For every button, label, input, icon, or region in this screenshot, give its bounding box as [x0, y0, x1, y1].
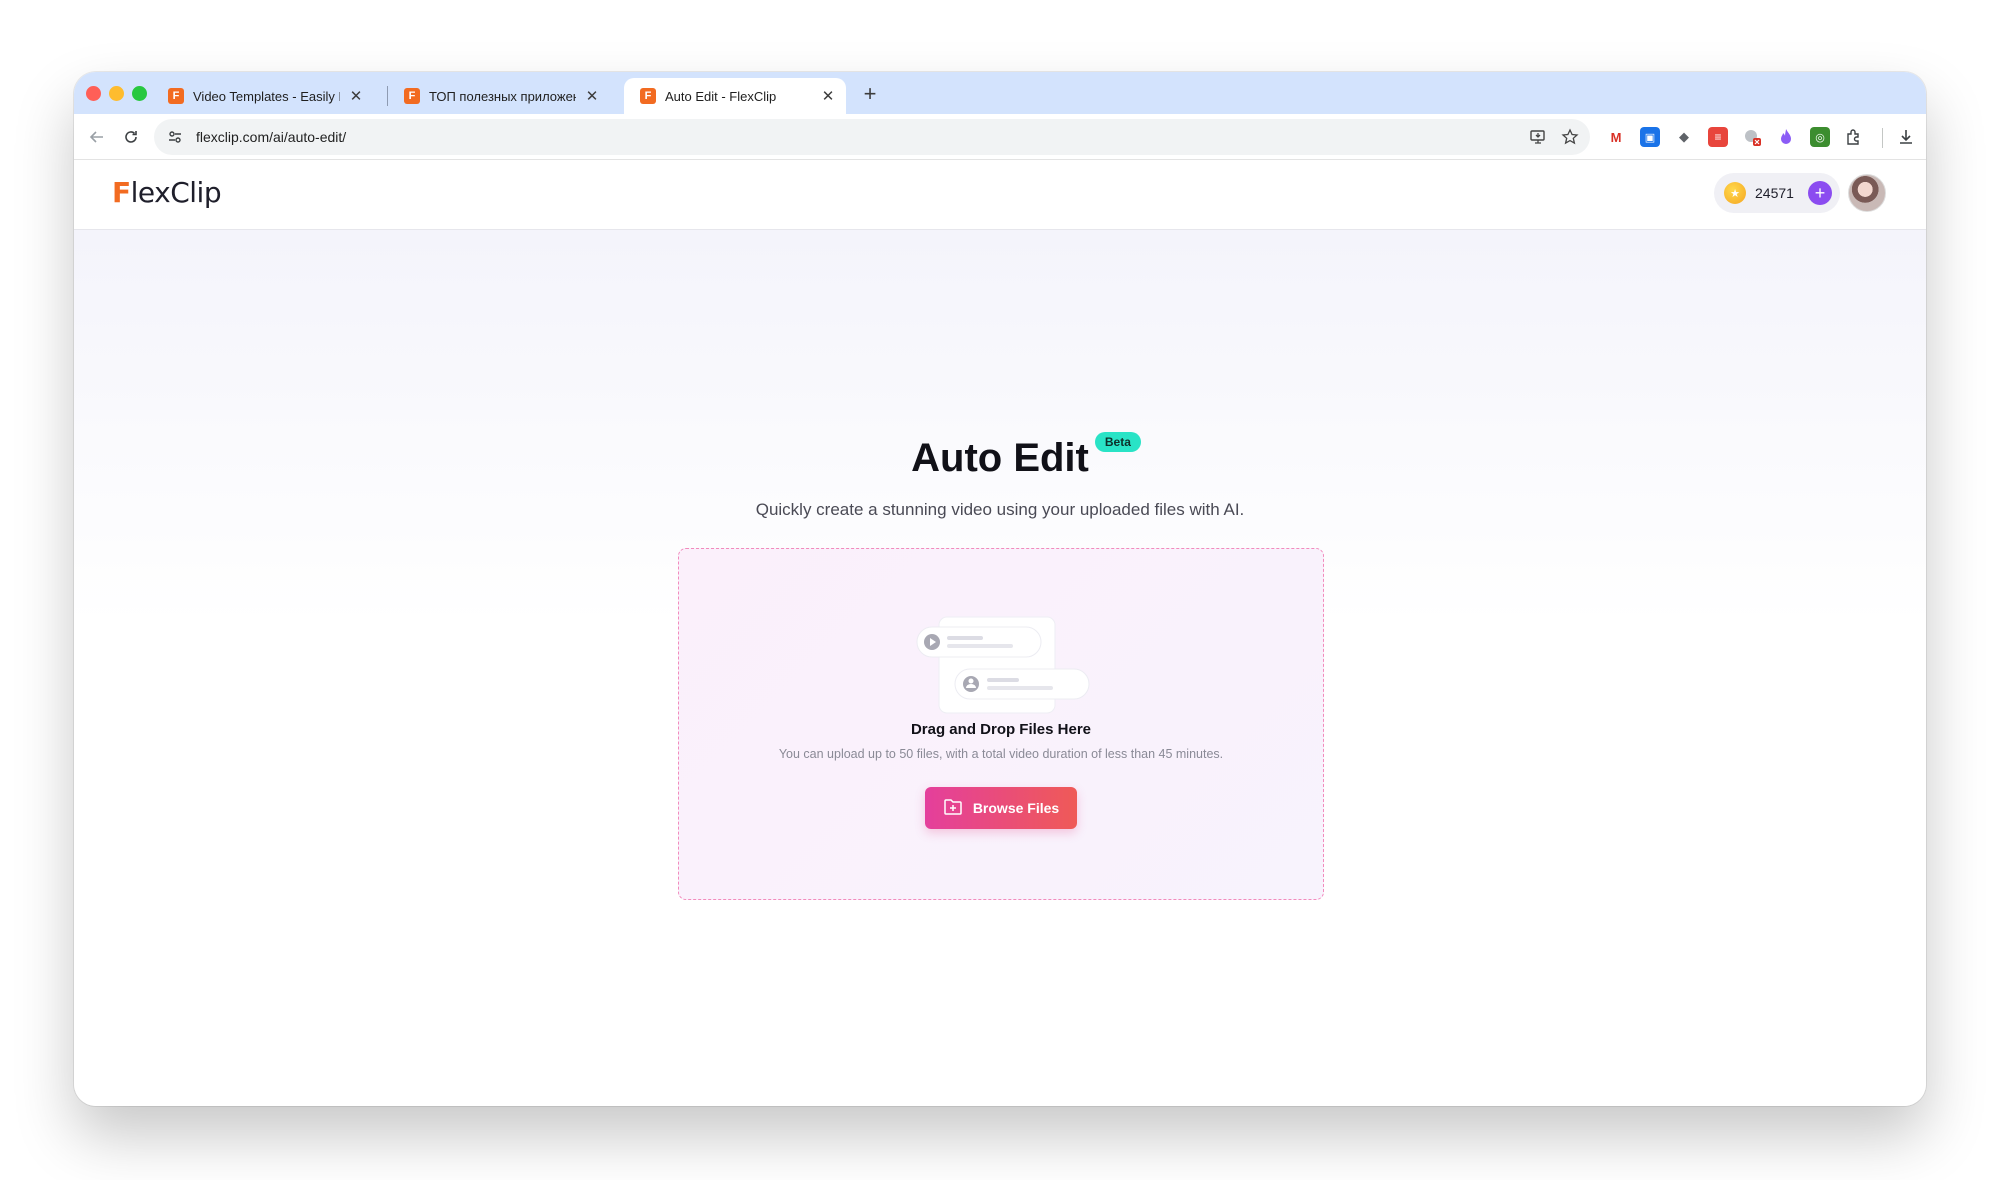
tab-close-icon[interactable]: ✕: [818, 86, 838, 106]
new-tab-button[interactable]: +: [856, 80, 884, 108]
address-bar[interactable]: flexclip.com/ai/auto-edit/: [154, 119, 1590, 155]
tab-auto-edit[interactable]: F Auto Edit - FlexClip ✕: [624, 78, 846, 114]
site-header: FlexClip ★ 24571 +: [74, 160, 1926, 230]
url-text[interactable]: flexclip.com/ai/auto-edit/: [196, 129, 1526, 145]
flexclip-favicon-icon: F: [404, 88, 420, 104]
extensions-puzzle-icon[interactable]: [1844, 127, 1864, 147]
dropzone-hint: You can upload up to 50 files, with a to…: [778, 747, 1224, 761]
page-content: Auto Edit Beta Quickly create a stunning…: [74, 230, 1926, 1106]
record-extension-icon[interactable]: [1742, 127, 1762, 147]
tab-close-icon[interactable]: ✕: [582, 86, 602, 106]
tab-title: Video Templates - Easily Mak: [193, 88, 340, 104]
tab-title: Auto Edit - FlexClip: [665, 88, 777, 104]
add-credits-button[interactable]: +: [1808, 181, 1832, 205]
coin-icon: ★: [1724, 182, 1746, 204]
todoist-extension-icon[interactable]: ≡: [1708, 127, 1728, 147]
diamond-extension-icon[interactable]: ◆: [1674, 127, 1694, 147]
upload-illustration-icon: [915, 615, 1091, 715]
flexclip-favicon-icon: F: [640, 88, 656, 104]
gmail-extension-icon[interactable]: M: [1606, 127, 1626, 147]
beta-badge: Beta: [1094, 432, 1141, 452]
credit-balance: 24571: [1755, 185, 1794, 201]
site-settings-icon[interactable]: [164, 126, 186, 148]
tab-video-templates[interactable]: F Video Templates - Easily Mak ✕: [152, 78, 374, 114]
reload-icon[interactable]: [118, 124, 144, 150]
tab-title: ТОП полезных приложений: [429, 88, 576, 104]
window-minimize-button[interactable]: [109, 86, 124, 101]
credits-pill[interactable]: ★ 24571 +: [1714, 173, 1840, 213]
downloads-icon[interactable]: [1896, 127, 1916, 147]
flame-extension-icon[interactable]: [1776, 127, 1796, 147]
flexclip-logo[interactable]: FlexClip: [112, 176, 222, 209]
bookmark-star-icon[interactable]: [1558, 125, 1582, 149]
browser-window: F Video Templates - Easily Mak ✕ F ТОП п…: [74, 72, 1926, 1106]
browser-toolbar: flexclip.com/ai/auto-edit/ M ▣ ◆ ≡ ◎: [74, 114, 1926, 160]
tab-top-apps[interactable]: F ТОП полезных приложений ✕: [388, 78, 610, 114]
install-app-icon[interactable]: [1526, 125, 1550, 149]
tab-close-icon[interactable]: ✕: [346, 86, 366, 106]
browse-files-label: Browse Files: [972, 800, 1060, 816]
file-dropzone[interactable]: Drag and Drop Files Here You can upload …: [678, 548, 1324, 900]
map-extension-icon[interactable]: ◎: [1810, 127, 1830, 147]
dropzone-title: Drag and Drop Files Here: [910, 721, 1092, 738]
window-close-button[interactable]: [86, 86, 101, 101]
page-subtitle: Quickly create a stunning video using yo…: [755, 500, 1245, 519]
browse-files-button[interactable]: Browse Files: [925, 787, 1077, 829]
page-title: Auto Edit: [911, 436, 1089, 480]
flexclip-favicon-icon: F: [168, 88, 184, 104]
window-zoom-button[interactable]: [132, 86, 147, 101]
toolbar-divider: [1882, 128, 1883, 148]
screenshot-extension-icon[interactable]: ▣: [1640, 127, 1660, 147]
user-avatar[interactable]: [1848, 174, 1886, 212]
back-icon[interactable]: [84, 124, 110, 150]
tab-strip: F Video Templates - Easily Mak ✕ F ТОП п…: [74, 72, 1926, 114]
folder-plus-icon: [943, 798, 963, 819]
